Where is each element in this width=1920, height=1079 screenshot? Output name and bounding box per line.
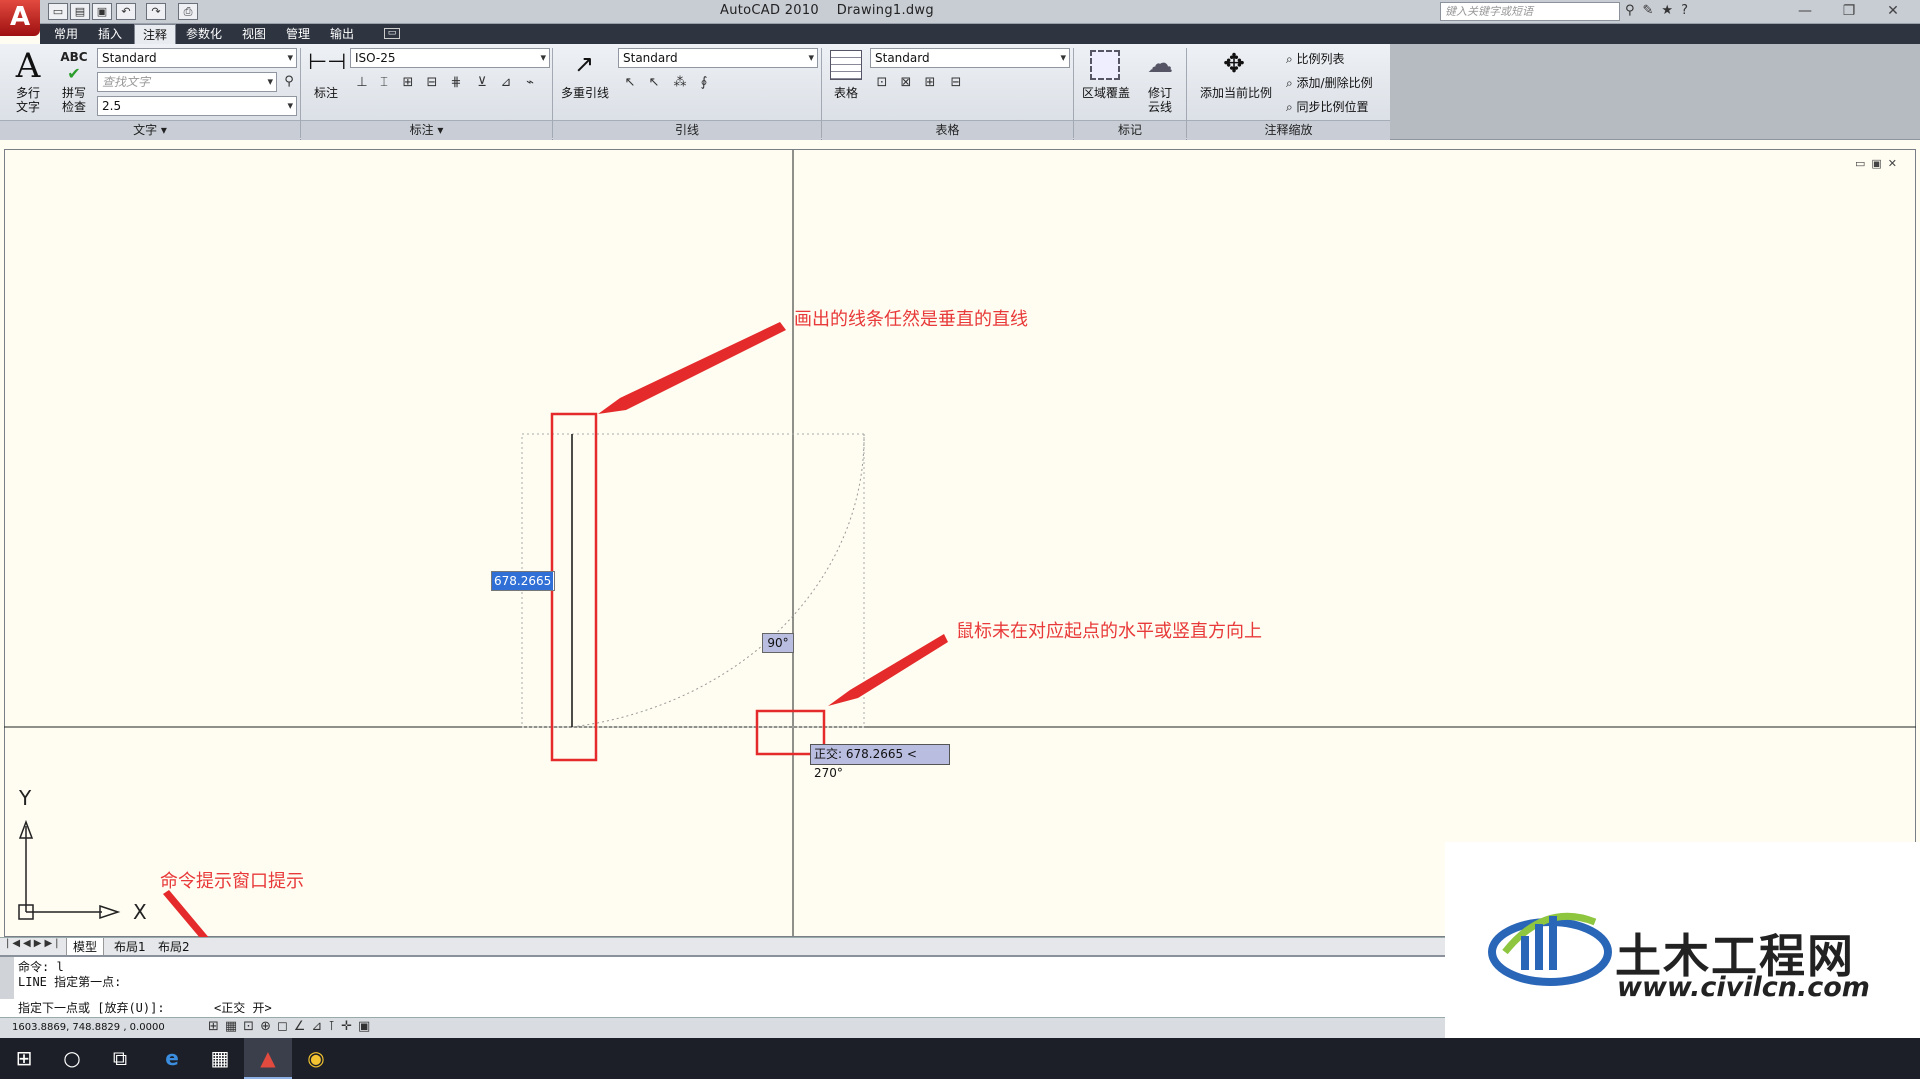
- polar-arc: [571, 433, 865, 728]
- tracking-box: [521, 433, 865, 728]
- windows-start-icon[interactable]: ⊞: [0, 1038, 48, 1079]
- command-window-grip[interactable]: [0, 957, 14, 999]
- annotation-cursor-position: 鼠标未在对应起点的水平或竖直方向上: [956, 621, 1262, 642]
- autocad-taskbar-icon[interactable]: ▲: [244, 1038, 292, 1079]
- calculator-icon[interactable]: ▦: [196, 1038, 244, 1079]
- site-watermark: 土木工程网 www.civilcn.com: [1445, 842, 1920, 1038]
- watermark-url: www.civilcn.com: [1617, 972, 1870, 1003]
- ucs-x-arrow: [99, 904, 121, 920]
- search-icon[interactable]: ○: [48, 1038, 96, 1079]
- drafting-toggle-icons[interactable]: ⊞▦⊡⊕◻∠⊿⊺✛▣: [208, 1019, 376, 1034]
- annotation-vertical-line: 画出的线条任然是垂直的直线: [794, 309, 1028, 330]
- tab-layout2[interactable]: 布局2: [154, 938, 194, 955]
- ortho-on-message: <正交 开>: [214, 1001, 272, 1015]
- dynamic-input-box[interactable]: 678.2665: [491, 571, 555, 591]
- ucs-y-label: Y: [19, 786, 32, 810]
- annotation-arrow-1: [598, 322, 786, 414]
- chrome-icon[interactable]: ◉: [292, 1038, 340, 1079]
- angle-tooltip: 90°: [762, 633, 794, 653]
- command-history-line-2: LINE 指定第一点:: [18, 975, 122, 989]
- task-view-icon[interactable]: ⧉: [96, 1038, 144, 1079]
- layout-nav-arrows-icon[interactable]: |◀◀▶▶|: [6, 938, 62, 949]
- command-prompt[interactable]: 指定下一点或 [放弃(U)]:: [18, 999, 165, 1016]
- tab-model[interactable]: 模型: [66, 938, 105, 956]
- ucs-x-label: X: [133, 900, 147, 924]
- dynamic-input-value[interactable]: 678.2665: [492, 572, 554, 590]
- coordinate-readout[interactable]: 1603.8869, 748.8829 , 0.0000: [12, 1018, 165, 1037]
- tab-layout1[interactable]: 布局1: [110, 938, 150, 955]
- edge-browser-icon[interactable]: e: [148, 1038, 196, 1079]
- annotation-command-prompt: 命令提示窗口提示: [160, 871, 304, 892]
- watermark-logo: [1488, 912, 1612, 986]
- ortho-tracking-tooltip: 正交: 678.2665 < 270°: [810, 744, 950, 780]
- annotation-arrow-2: [828, 634, 948, 706]
- highlight-line-box: [550, 412, 598, 762]
